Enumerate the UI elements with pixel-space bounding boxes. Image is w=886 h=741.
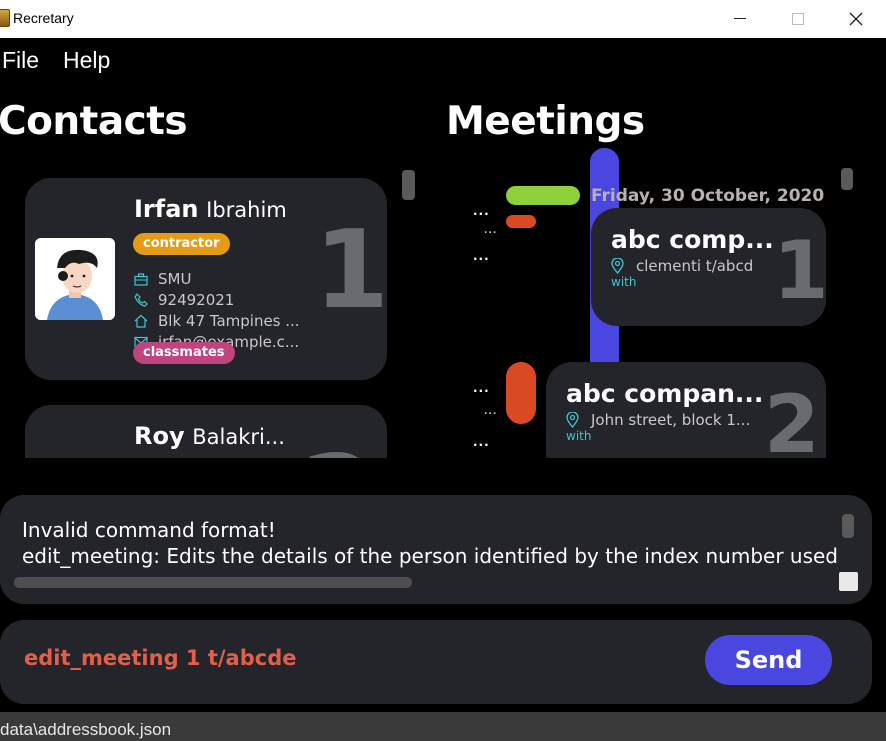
meeting-marker-orange (506, 215, 536, 228)
contact-index: 1 (314, 208, 387, 333)
contacts-scrollbar[interactable] (402, 170, 415, 200)
meetings-scrollbar[interactable] (841, 168, 853, 190)
meetings-list[interactable]: ... ... ... ... ... ... Friday, 30 Octob… (430, 148, 860, 458)
result-line-2: edit_meeting: Edits the details of the p… (22, 544, 838, 568)
contact-name: Irfan Ibrahim (134, 195, 287, 223)
app-icon (0, 9, 10, 27)
menu-help[interactable]: Help (63, 47, 110, 74)
maximize-button[interactable] (770, 0, 826, 38)
result-vertical-scrollbar[interactable] (842, 514, 854, 538)
date-header: Friday, 30 October, 2020 (591, 186, 825, 206)
meeting-with-label: with (566, 429, 592, 443)
tag-classmates: classmates (133, 342, 235, 364)
meeting-location-row: clementi t/abcd (611, 257, 753, 275)
contact-card[interactable]: Roy Balakri... 2 (25, 405, 387, 458)
title-bar: Recretary (0, 0, 886, 38)
tag-contractor: contractor (133, 233, 230, 255)
result-line-1: Invalid command format! (22, 518, 276, 542)
meeting-location: clementi t/abcd (636, 257, 754, 275)
home-icon (133, 313, 149, 329)
contacts-heading: Contacts (0, 99, 188, 144)
avatar-image (35, 238, 115, 320)
time-dots: ... (473, 435, 490, 449)
phone-icon (133, 292, 149, 308)
contact-index: 2 (301, 433, 376, 458)
menu-file[interactable]: File (2, 47, 39, 74)
contact-phone: 92492021 (158, 291, 235, 309)
company-row: SMU (133, 269, 191, 289)
menu-bar: File Help (0, 38, 886, 84)
address-row: Blk 47 Tampines ... (133, 311, 300, 331)
meetings-heading: Meetings (446, 99, 645, 144)
result-horizontal-scrollbar[interactable] (14, 577, 412, 588)
data-file-path: data\addressbook.json (0, 720, 172, 739)
meeting-location-row: John street, block 1... (566, 411, 750, 429)
window-title: Recretary (13, 10, 74, 26)
meeting-index: 1 (773, 224, 826, 317)
time-dots: ... (473, 381, 490, 395)
status-bar: data\addressbook.json (0, 712, 886, 741)
command-input[interactable]: edit_meeting 1 t/abcde (24, 646, 296, 670)
scroll-corner (839, 572, 858, 591)
meeting-with-label: with (611, 275, 637, 289)
location-pin-icon (611, 258, 625, 274)
send-button[interactable]: Send (705, 635, 832, 685)
minimize-icon (734, 18, 746, 19)
contact-card[interactable]: Irfan Ibrahim contractor SMU 92492021 Bl… (25, 178, 387, 380)
phone-row: 92492021 (133, 290, 234, 310)
command-box: edit_meeting 1 t/abcde Send (0, 620, 872, 704)
contact-company: SMU (158, 270, 192, 288)
time-dots: ... (473, 204, 490, 218)
contact-name: Roy Balakri... (134, 422, 285, 450)
maximize-icon (792, 13, 804, 25)
time-dots: ... (484, 226, 498, 236)
meeting-location: John street, block 1... (591, 411, 751, 429)
meeting-index: 2 (764, 378, 820, 458)
minimize-button[interactable] (712, 0, 768, 38)
meeting-marker-green (506, 186, 580, 205)
contacts-list[interactable]: Irfan Ibrahim contractor SMU 92492021 Bl… (0, 165, 420, 458)
meeting-card[interactable]: abc compan... John street, block 1... wi… (546, 362, 826, 458)
meeting-title: abc compan... (566, 379, 764, 408)
briefcase-icon (133, 271, 149, 287)
meeting-card[interactable]: abc comp... clementi t/abcd with 1 (591, 208, 826, 326)
avatar (35, 238, 115, 320)
close-icon (849, 12, 863, 26)
result-display[interactable]: Invalid command format! edit_meeting: Ed… (0, 495, 872, 604)
location-pin-icon (566, 412, 580, 428)
close-button[interactable] (828, 0, 884, 38)
meeting-title: abc comp... (611, 225, 774, 254)
time-dots: ... (473, 249, 490, 263)
time-dots: ... (484, 407, 498, 417)
contact-address: Blk 47 Tampines ... (158, 312, 300, 330)
meeting-marker-orange (506, 362, 536, 424)
